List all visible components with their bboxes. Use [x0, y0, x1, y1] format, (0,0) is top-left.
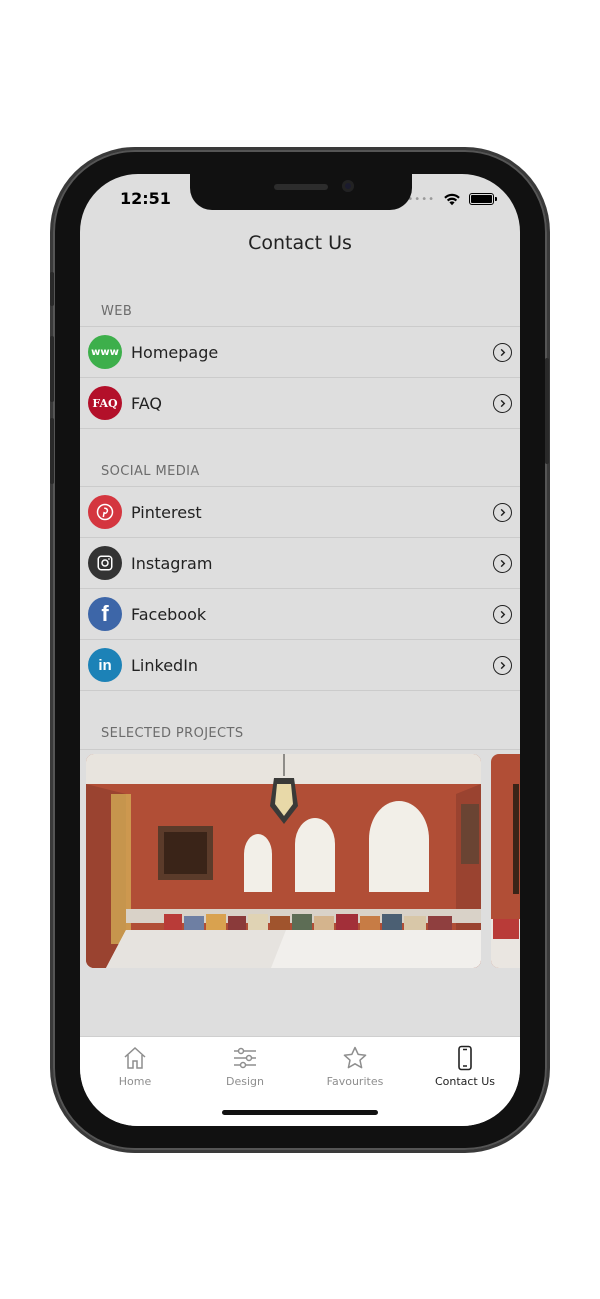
list-item-label: Homepage [131, 342, 219, 362]
social-list: Pinterest Instagram f Facebook in Linked… [80, 486, 520, 691]
list-item-pinterest[interactable]: Pinterest [80, 487, 520, 538]
list-item-faq[interactable]: FAQ FAQ [80, 378, 520, 429]
list-item-label: Instagram [131, 553, 213, 573]
home-indicator [222, 1110, 378, 1115]
chevron-right-icon [493, 656, 512, 675]
tab-label: Home [118, 1075, 152, 1088]
power-button [545, 358, 549, 464]
tab-home[interactable]: Home [80, 1045, 190, 1088]
faq-icon: FAQ [88, 386, 122, 420]
volume-down-button [50, 418, 54, 484]
chevron-right-icon [493, 394, 512, 413]
wifi-icon [444, 193, 460, 206]
status-icons: •••• [407, 192, 497, 206]
project-card[interactable] [491, 754, 520, 968]
camera-icon [342, 180, 354, 192]
chevron-right-icon [493, 554, 512, 573]
list-item-label: FAQ [131, 393, 162, 413]
speaker-icon [274, 184, 328, 190]
divider [80, 749, 520, 750]
mute-switch [50, 272, 54, 306]
project-card[interactable] [86, 754, 481, 968]
project-image [86, 754, 481, 968]
section-header-web: WEB [101, 304, 133, 319]
phone-icon [458, 1045, 472, 1071]
tab-label: Favourites [326, 1075, 384, 1088]
list-item-linkedin[interactable]: in LinkedIn [80, 640, 520, 691]
pinterest-icon [88, 495, 122, 529]
www-icon: www [88, 335, 122, 369]
list-item-label: Facebook [131, 604, 207, 624]
tab-contact-us[interactable]: Contact Us [410, 1045, 520, 1088]
chevron-right-icon [493, 343, 512, 362]
list-item-facebook[interactable]: f Facebook [80, 589, 520, 640]
tab-label: Contact Us [434, 1075, 496, 1088]
home-icon [124, 1046, 146, 1069]
list-item-label: LinkedIn [131, 655, 199, 675]
facebook-icon: f [88, 597, 122, 631]
instagram-icon [88, 546, 122, 580]
section-header-social: SOCIAL MEDIA [101, 464, 200, 479]
projects-carousel[interactable] [86, 754, 520, 968]
tab-design[interactable]: Design [190, 1045, 300, 1088]
project-image [491, 754, 520, 968]
section-header-projects: SELECTED PROJECTS [101, 726, 244, 741]
chevron-right-icon [493, 503, 512, 522]
status-time: 12:51 [120, 189, 171, 208]
list-item-instagram[interactable]: Instagram [80, 538, 520, 589]
notch [190, 174, 412, 210]
app-screen: 12:51 •••• Contact Us WEB www Homepage F… [80, 174, 520, 1126]
sliders-icon [234, 1047, 256, 1069]
star-icon [343, 1046, 367, 1069]
page-title: Contact Us [248, 232, 352, 254]
chevron-right-icon [493, 605, 512, 624]
signal-icon: •••• [407, 193, 435, 205]
list-item-label: Pinterest [131, 502, 202, 522]
tab-label: Design [226, 1075, 264, 1088]
linkedin-icon: in [88, 648, 122, 682]
tab-favourites[interactable]: Favourites [300, 1045, 410, 1088]
web-list: www Homepage FAQ FAQ [80, 326, 520, 429]
list-item-homepage[interactable]: www Homepage [80, 327, 520, 378]
battery-icon [469, 193, 497, 205]
volume-up-button [50, 336, 54, 402]
